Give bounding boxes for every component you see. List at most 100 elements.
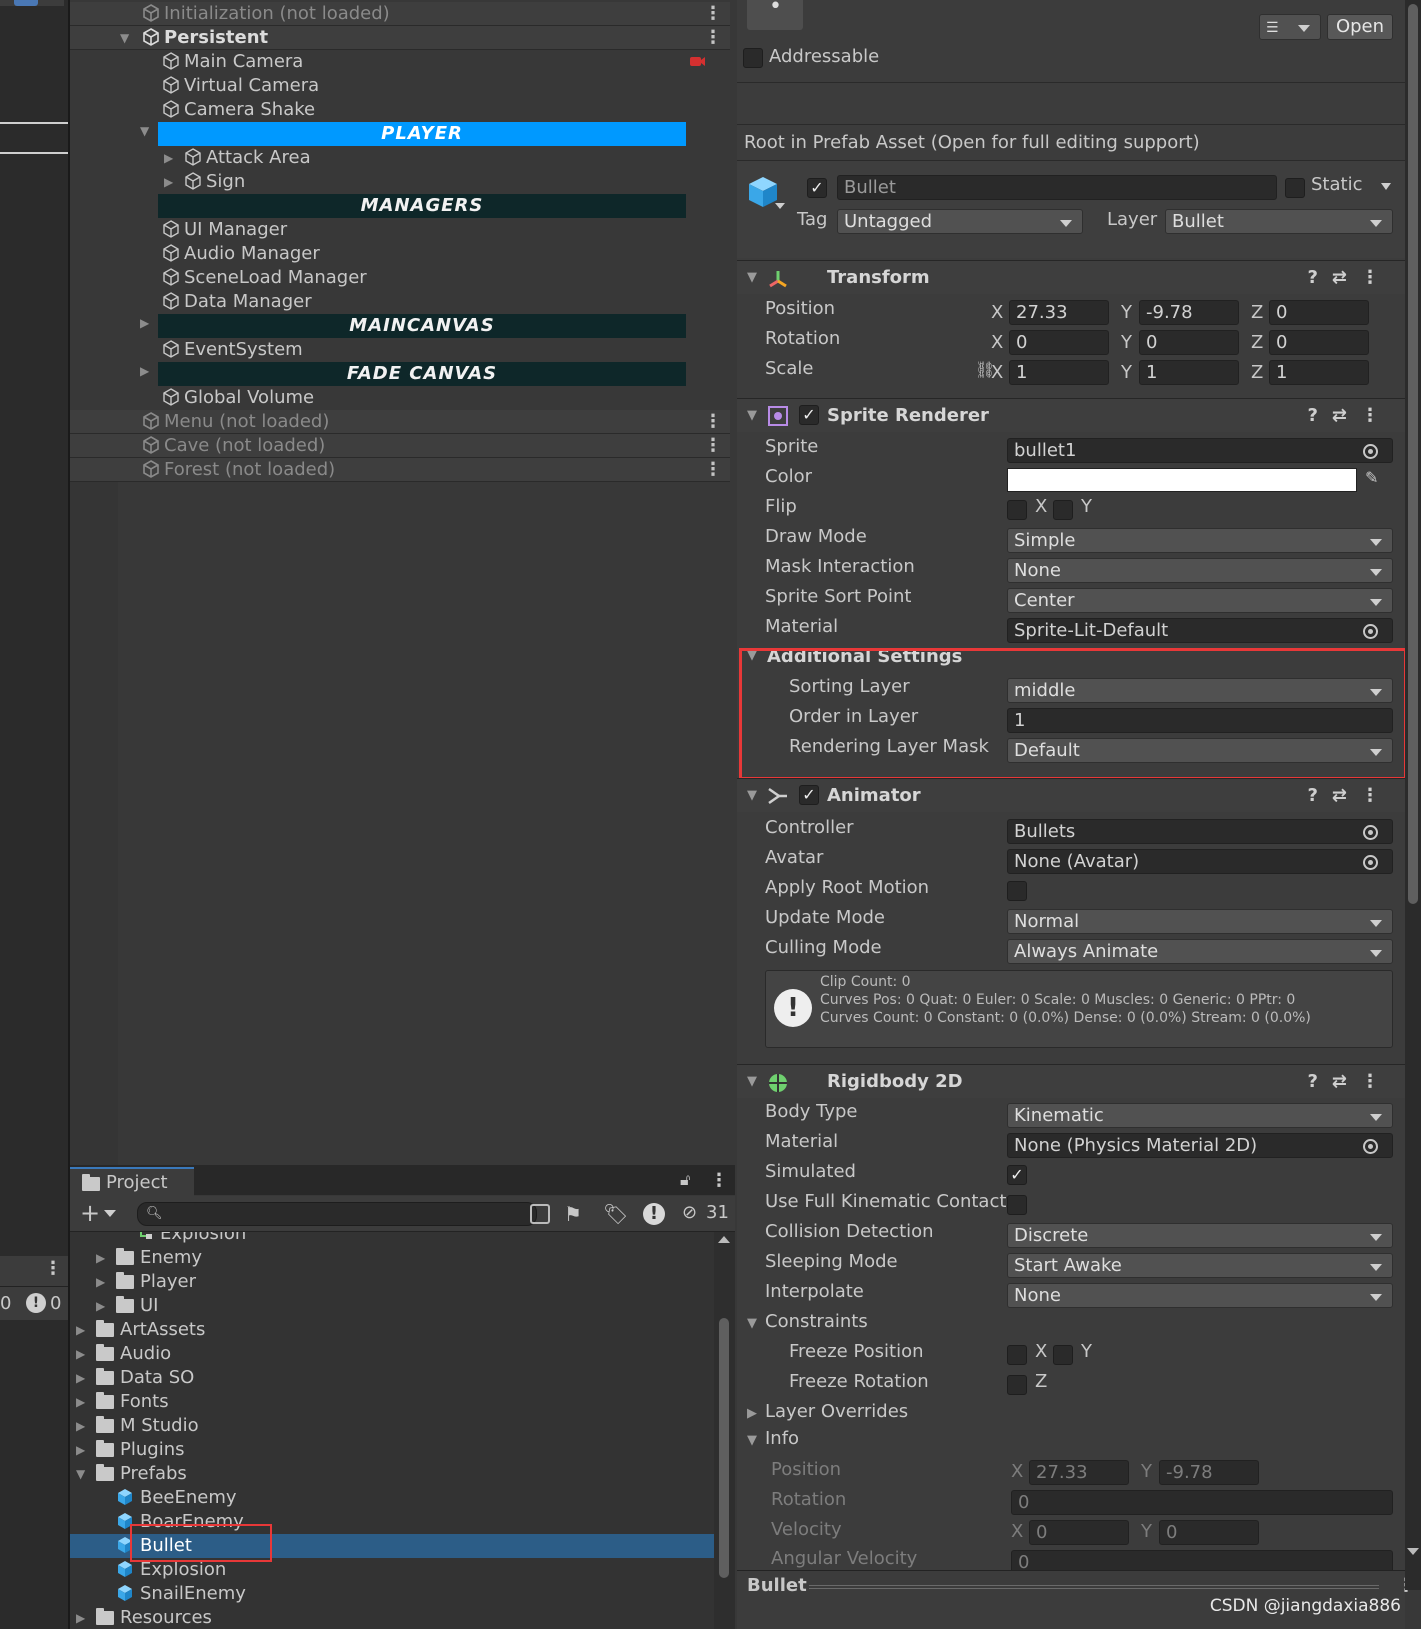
expand-arrow-icon[interactable]: ▶ [76,1342,90,1366]
addressable-checkbox[interactable] [743,48,763,68]
expand-arrow-icon[interactable]: ▶ [747,1406,757,1421]
preset-icon[interactable]: ⇄ [1332,1071,1361,1092]
object-name-field[interactable]: Bullet [837,175,1277,200]
collapse-arrow-icon[interactable]: ▼ [747,261,757,295]
error-filter-icon[interactable]: ! [643,1203,665,1225]
project-scrollbar[interactable] [714,1232,735,1629]
project-item[interactable]: ▶ ArtAssets [70,1318,714,1342]
label-tag-icon[interactable]: 🏷︎ [603,1202,628,1226]
expand-arrow-icon[interactable]: ▶ [164,170,178,194]
chevron-down-icon[interactable] [104,1210,116,1217]
expand-arrow-icon[interactable]: ▶ [140,364,154,378]
preset-icon[interactable]: ⇄ [1332,267,1361,288]
kebab-icon[interactable]: ⋮ [44,1258,62,1279]
chevron-down-icon[interactable] [775,203,785,209]
help-icon[interactable]: ? [1307,1071,1331,1092]
vector-field-z[interactable]: 1 [1269,360,1369,385]
vector-field-x[interactable]: 1 [1009,360,1109,385]
expand-arrow-icon[interactable]: ▶ [76,1438,90,1462]
vector-field-z[interactable]: 0 [1269,330,1369,355]
vector-field-y[interactable]: 0 [1139,330,1239,355]
search-input[interactable]: 🔍︎ [137,1202,537,1226]
help-icon[interactable]: ? [1307,405,1331,426]
culling-mode-dropdown[interactable]: Always Animate [1007,939,1393,964]
hierarchy-eventsystem[interactable]: EventSystem [162,338,303,362]
color-swatch[interactable] [1007,468,1357,492]
expand-arrow-icon[interactable]: ▼ [76,1462,90,1486]
sprite-renderer-component[interactable]: ▼ ✓ Sprite Renderer ?⇄⋮ [737,398,1405,432]
full-kinematic-checkbox[interactable] [1007,1195,1027,1215]
expand-arrow-icon[interactable]: ▶ [96,1294,110,1318]
vector-field-y[interactable]: 1 [1139,360,1239,385]
draw-mode-dropdown[interactable]: Simple [1007,528,1393,553]
scene-not-loaded[interactable]: Menu (not loaded) ⋮ [70,410,730,434]
expand-arrow-icon[interactable]: ▶ [76,1606,90,1629]
project-item[interactable]: ▶ Resources [70,1606,714,1629]
help-icon[interactable]: ? [1307,267,1331,288]
hierarchy-main-camera[interactable]: Main Camera [162,50,303,74]
project-item[interactable]: ▶ UI [70,1294,714,1318]
transform-component[interactable]: ▼ Transform ?⇄⋮ [737,260,1405,294]
chevron-down-icon[interactable] [1381,183,1391,190]
project-item[interactable]: ▶ Plugins [70,1438,714,1462]
scene-not-loaded[interactable]: Cave (not loaded) ⋮ [70,434,730,458]
hierarchy-sign[interactable]: ▶ Sign [164,170,245,194]
active-checkbox[interactable]: ✓ [807,178,827,198]
collision-detection-dropdown[interactable]: Discrete [1007,1223,1393,1248]
update-mode-dropdown[interactable]: Normal [1007,909,1393,934]
scroll-up-icon[interactable] [718,1236,730,1243]
component-enabled-checkbox[interactable]: ✓ [799,785,819,805]
vector-field-x[interactable]: 0 [1009,330,1109,355]
freeze-rot-z-checkbox[interactable] [1007,1375,1027,1395]
kebab-icon[interactable]: ⋮ [704,26,722,50]
animator-component[interactable]: ▼ ✓ Animator ?⇄⋮ [737,778,1405,812]
hierarchy-managers-header[interactable]: MANAGERS [158,194,686,218]
physics-material-field[interactable]: None (Physics Material 2D) [1007,1133,1393,1158]
project-item[interactable]: ▶ Enemy [70,1246,714,1270]
kebab-icon[interactable]: ⋮ [704,410,722,434]
hidden-eye-icon[interactable]: ⊘ [682,1202,697,1223]
hierarchy-camera-shake[interactable]: Camera Shake [162,98,315,122]
hierarchy-virtual-camera[interactable]: Virtual Camera [162,74,319,98]
preset-icon[interactable]: ⇄ [1332,405,1361,426]
add-button[interactable]: + [80,1200,100,1226]
object-picker-icon[interactable] [1363,1139,1378,1154]
apply-root-motion-checkbox[interactable] [1007,881,1027,901]
layer-dropdown[interactable]: Bullet [1165,209,1393,234]
project-item[interactable]: ▶ Player [70,1270,714,1294]
constrain-proportions-icon[interactable]: ⛓︎ [975,360,995,379]
expand-arrow-icon[interactable]: ▼ [120,26,134,50]
object-picker-icon[interactable] [1363,825,1378,840]
vector-field-x[interactable]: 27.33 [1009,300,1109,325]
simulated-checkbox[interactable]: ✓ [1007,1165,1027,1185]
preset-icon[interactable]: ⇄ [1332,785,1361,806]
expand-arrow-icon[interactable]: ▶ [140,316,154,330]
eyedropper-icon[interactable]: ✎ [1365,468,1378,487]
collapse-arrow-icon[interactable]: ▼ [747,399,757,433]
expand-arrow-icon[interactable]: ▶ [96,1246,110,1270]
sleeping-mode-dropdown[interactable]: Start Awake [1007,1253,1393,1278]
help-icon[interactable]: ? [1307,785,1331,806]
collapse-arrow-icon[interactable]: ▼ [747,1316,757,1331]
expand-arrow-icon[interactable]: ▶ [76,1414,90,1438]
collapse-arrow-icon[interactable]: ▼ [747,1065,757,1099]
kebab-icon[interactable]: ⋮ [1361,267,1393,288]
flip-x-checkbox[interactable] [1007,500,1027,520]
project-item[interactable]: SnailEnemy [70,1582,714,1606]
collapse-arrow-icon[interactable]: ▼ [747,1433,757,1448]
sprite-field[interactable]: bullet1 [1007,438,1393,463]
hierarchy-manager-item[interactable]: Data Manager [162,290,312,314]
resize-handle[interactable] [809,1585,1379,1589]
static-checkbox[interactable] [1285,178,1305,198]
component-enabled-checkbox[interactable]: ✓ [799,405,819,425]
hierarchy-player-header[interactable]: PLAYER [158,122,686,146]
hierarchy-global-volume[interactable]: Global Volume [162,386,314,410]
kebab-icon[interactable]: ⋮ [1361,405,1393,426]
tag-dropdown[interactable]: Untagged [837,209,1083,234]
body-type-dropdown[interactable]: Kinematic [1007,1103,1393,1128]
project-item[interactable]: ▶ Audio [70,1342,714,1366]
open-window-icon[interactable] [530,1204,550,1224]
project-item[interactable]: ▶ Fonts [70,1390,714,1414]
vector-field-y[interactable]: -9.78 [1139,300,1239,325]
tab-project[interactable]: Project [70,1167,194,1196]
